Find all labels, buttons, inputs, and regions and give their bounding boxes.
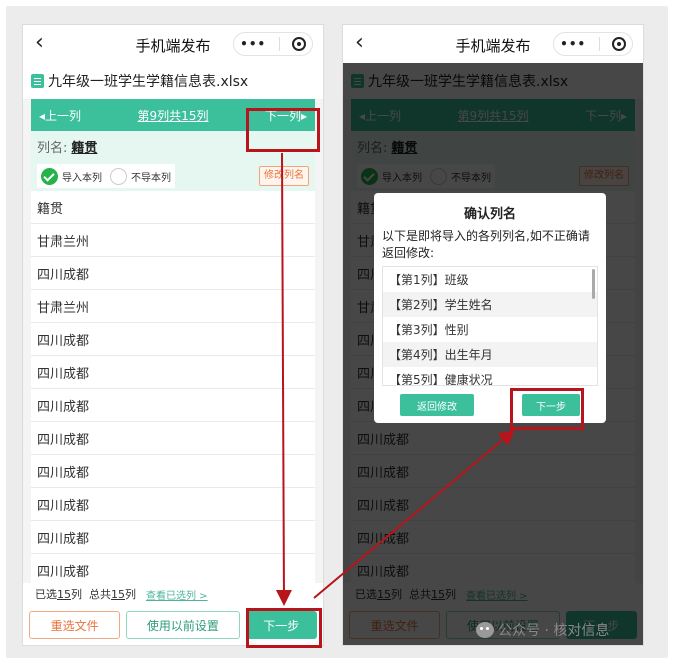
column-name-item: 【第5列】健康状况	[389, 373, 493, 386]
more-menu-icon[interactable]: •••	[240, 37, 266, 51]
close-target-icon[interactable]	[291, 37, 306, 51]
total-count: 15	[111, 587, 125, 601]
selected-count: 15	[57, 587, 71, 601]
dialog-next-step-button[interactable]: 下一步	[522, 394, 580, 416]
miniprogram-capsule: •••	[233, 32, 313, 56]
column-name-item: 【第1列】班级	[389, 273, 469, 287]
watermark: 公众号 · 核对信息	[476, 620, 609, 640]
selected-suffix: 列	[71, 588, 82, 601]
wechat-icon	[476, 622, 494, 638]
list-scrollbar[interactable]	[592, 269, 595, 299]
column-settings-panel: 列名: 籍贯 导入本列 不导本列 修改列名	[31, 131, 315, 191]
phone-screen-confirm-dialog: ‹ 手机端发布 ••• 九年级一班学生学籍信息表.xlsx ◂上一列 第9列共1…	[342, 24, 644, 646]
file-icon	[31, 74, 44, 88]
total-prefix: 总共	[89, 588, 111, 601]
import-radio-group: 导入本列 不导本列	[37, 164, 175, 188]
dialog-description: 以下是即将导入的各列列名,如不正确请返回修改:	[382, 229, 590, 260]
selected-prefix: 已选	[35, 588, 57, 601]
content-area: 九年级一班学生学籍信息表.xlsx ◂上一列 第9列共15列 下一列▸ 列名: …	[23, 63, 323, 645]
prev-column-label: 上一列	[45, 108, 82, 123]
file-name: 九年级一班学生学籍信息表.xlsx	[48, 74, 249, 90]
import-option-label[interactable]: 导入本列	[62, 169, 102, 184]
reselect-file-button[interactable]: 重选文件	[29, 611, 121, 639]
back-to-edit-button[interactable]: 返回修改	[400, 394, 474, 416]
next-step-button[interactable]: 下一步	[245, 611, 317, 639]
skip-option-label[interactable]: 不导本列	[131, 169, 171, 184]
use-previous-settings-button[interactable]: 使用以前设置	[126, 611, 240, 639]
next-column-button[interactable]: 下一列▸	[265, 107, 307, 124]
list-item: 四川成都	[31, 488, 315, 521]
list-item: 甘肃兰州	[31, 290, 315, 323]
file-header: 九年级一班学生学籍信息表.xlsx	[23, 63, 323, 99]
prev-column-button[interactable]: ◂上一列	[39, 107, 81, 124]
column-name-item: 【第4列】出生年月	[383, 342, 597, 367]
status-bar: 已选15列 总共15列 查看已选列 >	[23, 583, 323, 605]
next-column-label: 下一列	[264, 108, 301, 123]
list-item: 四川成都	[31, 455, 315, 488]
total-suffix: 列	[125, 588, 136, 601]
list-item: 四川成都	[31, 422, 315, 455]
list-item: 四川成都	[31, 389, 315, 422]
list-item: 四川成都	[31, 356, 315, 389]
capsule-divider	[598, 37, 600, 51]
dialog-title: 确认列名	[463, 207, 516, 222]
column-values-list: 籍贯甘肃兰州四川成都甘肃兰州四川成都四川成都四川成都四川成都四川成都四川成都四川…	[31, 191, 315, 587]
bottom-toolbar: 重选文件 使用以前设置 下一步	[23, 605, 323, 645]
miniprogram-capsule: •••	[553, 32, 633, 56]
list-item: 四川成都	[31, 521, 315, 554]
capsule-divider	[278, 37, 280, 51]
column-position[interactable]: 第9列共15列	[138, 107, 209, 124]
column-name-value[interactable]: 籍贯	[71, 137, 97, 156]
unchecked-radio-icon[interactable]	[110, 167, 127, 185]
confirm-column-names-dialog: 确认列名 以下是即将导入的各列列名,如不正确请返回修改: 【第1列】班级【第2列…	[374, 193, 606, 423]
column-name-label: 列名:	[37, 140, 68, 156]
column-name-row: 列名: 籍贯	[31, 131, 315, 161]
list-item: 四川成都	[31, 323, 315, 356]
close-target-icon[interactable]	[611, 37, 626, 51]
column-name-item: 【第3列】性别	[389, 323, 469, 337]
more-menu-icon[interactable]: •••	[560, 37, 586, 51]
dialog-buttons: 返回修改 下一步	[382, 386, 598, 416]
rename-column-button[interactable]: 修改列名	[259, 166, 309, 186]
nav-bar: ‹ 手机端发布 •••	[343, 25, 643, 63]
view-selected-link[interactable]: 查看已选列 >	[146, 587, 208, 602]
column-name-item: 【第2列】学生姓名	[383, 292, 597, 317]
checked-radio-icon[interactable]	[41, 167, 58, 185]
list-item: 甘肃兰州	[31, 224, 315, 257]
column-name-list[interactable]: 【第1列】班级【第2列】学生姓名【第3列】性别【第4列】出生年月【第5列】健康状…	[382, 266, 598, 386]
phone-screen-column-setup: ‹ 手机端发布 ••• 九年级一班学生学籍信息表.xlsx ◂上一列 第9列共1…	[22, 24, 324, 646]
column-navigator: ◂上一列 第9列共15列 下一列▸	[31, 99, 315, 131]
watermark-text: 公众号 · 核对信息	[498, 623, 610, 639]
nav-bar: ‹ 手机端发布 •••	[23, 25, 323, 63]
import-options: 导入本列 不导本列 修改列名	[31, 161, 315, 191]
list-item: 四川成都	[31, 257, 315, 290]
list-item: 籍贯	[31, 191, 315, 224]
